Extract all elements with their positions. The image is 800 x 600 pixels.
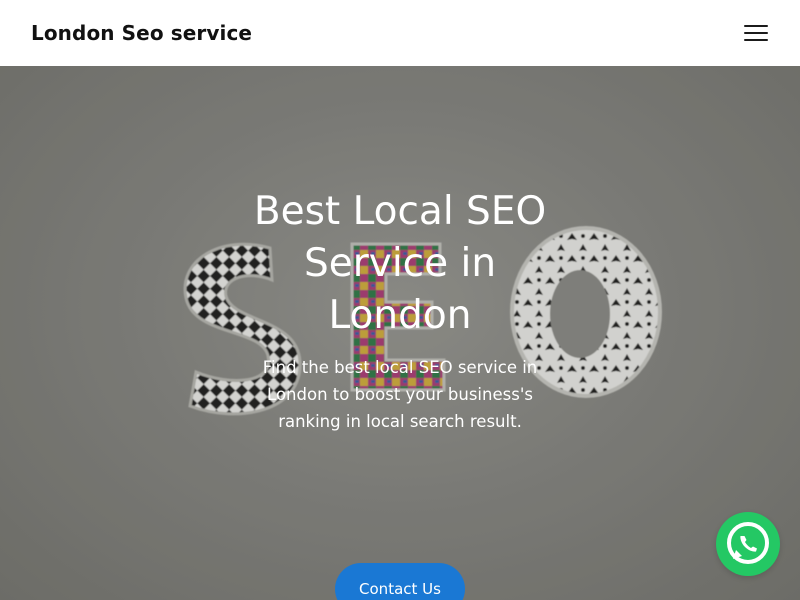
hero-title: Best Local SEO Service in London (253, 189, 547, 338)
menu-line (744, 32, 768, 34)
hero-description: Find the best local SEO service in Londo… (262, 358, 538, 431)
menu-line (744, 25, 768, 27)
whatsapp-glyph (727, 522, 769, 564)
hamburger-menu-icon[interactable] (736, 17, 776, 49)
brand-logo-text[interactable]: London Seo service (31, 18, 252, 48)
contact-us-button[interactable]: Contact Us (335, 563, 465, 600)
hero-section: Best Local SEO Service in London Find th… (0, 66, 800, 600)
navbar: London Seo service (0, 0, 800, 66)
whatsapp-icon[interactable] (716, 512, 780, 576)
menu-line (744, 39, 768, 41)
